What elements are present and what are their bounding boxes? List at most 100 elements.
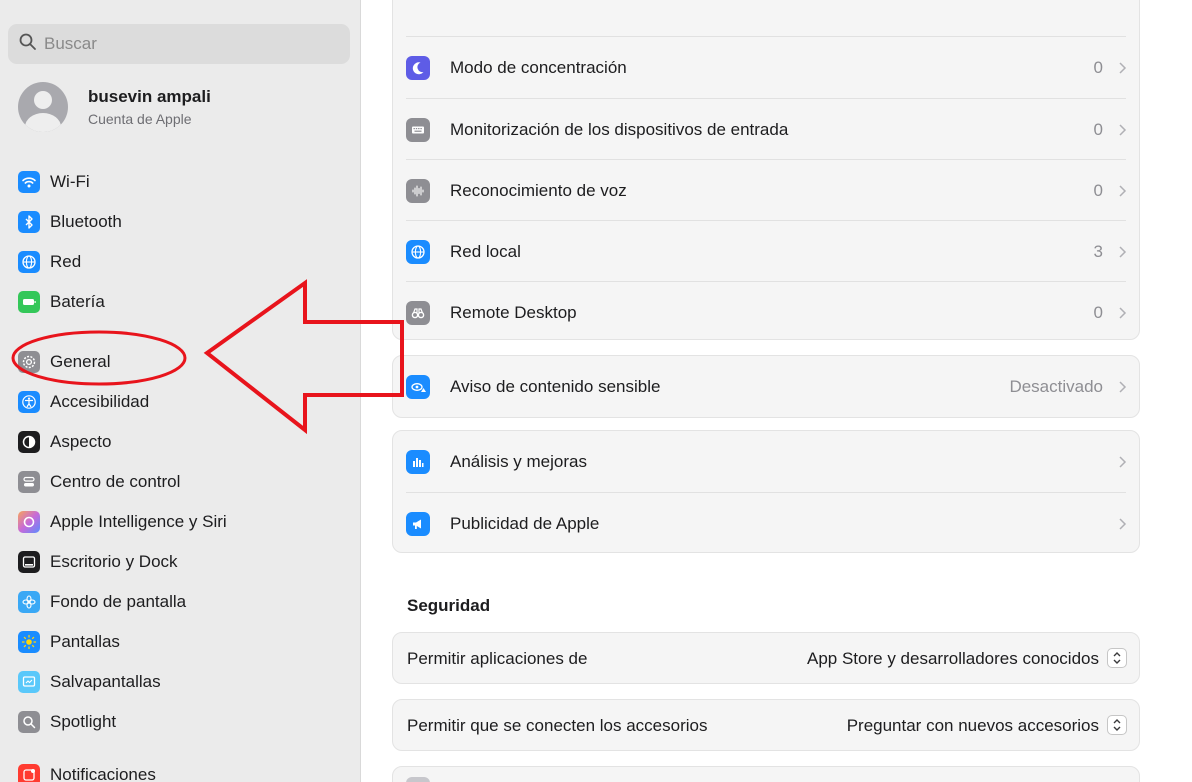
sidebar-item-fondo-pantalla[interactable]: Fondo de pantalla — [18, 587, 186, 617]
bluetooth-icon — [18, 211, 40, 233]
search-icon — [18, 32, 38, 57]
popup-stepper-icon[interactable] — [1107, 648, 1127, 668]
sidebar-item-notificaciones[interactable]: Notificaciones — [18, 760, 156, 782]
sidebar-item-label: Notificaciones — [50, 765, 156, 782]
sidebar-item-aspecto[interactable]: Aspecto — [18, 427, 111, 457]
row-modo-concentracion[interactable]: Modo de concentración 0 — [393, 37, 1141, 98]
gear-icon — [18, 351, 40, 373]
sun-icon — [18, 631, 40, 653]
sidebar-item-label: Apple Intelligence y Siri — [50, 512, 227, 531]
row-value: 0 — [1093, 302, 1103, 322]
sidebar-item-label: Salvapantallas — [50, 672, 161, 691]
row-publicidad-apple[interactable]: Publicidad de Apple — [393, 493, 1141, 554]
chevron-right-icon — [1119, 245, 1127, 258]
waveform-icon — [406, 178, 430, 203]
row-aviso-contenido-sensible[interactable]: Aviso de contenido sensible Desactivado — [393, 356, 1141, 417]
sidebar-item-label: Aspecto — [50, 432, 112, 451]
globe-icon — [18, 251, 40, 273]
sidebar-item-apple-intelligence[interactable]: Apple Intelligence y Siri — [18, 507, 227, 537]
row-value: 0 — [1093, 119, 1103, 139]
row-label: Monitorización de los dispositivos de en… — [450, 119, 789, 139]
analytics-group: Análisis y mejoras Publicidad de Apple — [392, 430, 1140, 553]
accessibility-icon — [18, 391, 40, 413]
row-permitir-accesorios[interactable]: Permitir que se conecten los accesorios … — [392, 699, 1140, 751]
sidebar-item-label: Centro de control — [50, 472, 181, 491]
sidebar-item-wifi[interactable]: Wi-Fi — [18, 167, 90, 197]
siri-icon — [18, 511, 40, 533]
next-group — [392, 766, 1140, 782]
popup-stepper-icon[interactable] — [1107, 715, 1127, 735]
section-title-seguridad: Seguridad — [407, 596, 491, 615]
popup-value[interactable]: App Store y desarrolladores conocidos — [807, 649, 1099, 669]
sidebar-item-bluetooth[interactable]: Bluetooth — [18, 207, 122, 237]
chevron-right-icon — [1119, 61, 1127, 74]
binoculars-icon — [406, 300, 430, 325]
privacy-group: Modo de concentración 0 Monitorización d… — [392, 0, 1140, 340]
chevron-right-icon — [1119, 380, 1127, 393]
row-value: Desactivado — [1009, 376, 1103, 396]
megaphone-icon — [406, 511, 430, 536]
row-label: Permitir aplicaciones de — [407, 649, 588, 668]
wallpaper-icon — [18, 591, 40, 613]
row-label: Análisis y mejoras — [450, 451, 587, 471]
sidebar-item-centro-de-control[interactable]: Centro de control — [18, 467, 180, 497]
search-field[interactable] — [8, 24, 350, 64]
chevron-right-icon — [1119, 184, 1127, 197]
row-remote-desktop[interactable]: Remote Desktop 0 — [393, 282, 1141, 343]
sensitive-content-group: Aviso de contenido sensible Desactivado — [392, 355, 1140, 418]
search-input[interactable] — [44, 34, 324, 54]
row-value: 0 — [1093, 57, 1103, 77]
battery-icon — [18, 291, 40, 313]
avatar — [18, 82, 68, 132]
sidebar-item-label: Spotlight — [50, 712, 117, 731]
globe-icon — [406, 239, 430, 264]
sidebar-item-general[interactable]: General — [18, 347, 110, 377]
notifications-icon — [18, 764, 40, 782]
row-reconocimiento-voz[interactable]: Reconocimiento de voz 0 — [393, 160, 1141, 221]
row-red-local[interactable]: Red local 3 — [393, 221, 1141, 282]
row-label: Reconocimiento de voz — [450, 180, 627, 200]
sidebar-item-label: Red — [50, 252, 82, 271]
sidebar-item-pantallas[interactable]: Pantallas — [18, 627, 120, 657]
row-analisis-mejoras[interactable]: Análisis y mejoras — [393, 431, 1141, 492]
account-subtitle: Cuenta de Apple — [88, 111, 192, 127]
chevron-right-icon — [1119, 455, 1127, 468]
wifi-icon — [18, 171, 40, 193]
row-value: 0 — [1093, 180, 1103, 200]
sidebar-item-label: Batería — [50, 292, 105, 311]
account-name: busevin ampali — [88, 87, 211, 106]
chart-icon — [406, 449, 430, 474]
sidebar-item-spotlight[interactable]: Spotlight — [18, 707, 116, 737]
row-value: 3 — [1093, 241, 1103, 261]
screensaver-icon — [18, 671, 40, 693]
sidebar: busevin ampali Cuenta de Apple Wi-Fi Blu… — [0, 0, 361, 782]
moon-icon — [406, 55, 430, 80]
row-monitorizacion[interactable]: Monitorización de los dispositivos de en… — [393, 99, 1141, 160]
sidebar-item-label: Accesibilidad — [50, 392, 150, 411]
main-content: Modo de concentración 0 Monitorización d… — [362, 0, 1192, 782]
sidebar-item-label: Pantallas — [50, 632, 120, 651]
popup-value[interactable]: Preguntar con nuevos accesorios — [847, 716, 1099, 736]
sidebar-item-label: General — [50, 352, 111, 371]
partial-icon — [406, 777, 430, 782]
chevron-right-icon — [1119, 306, 1127, 319]
account-row[interactable]: busevin ampali Cuenta de Apple — [18, 82, 211, 132]
row-label: Modo de concentración — [450, 57, 627, 77]
row-permitir-aplicaciones[interactable]: Permitir aplicaciones de App Store y des… — [392, 632, 1140, 684]
dock-icon — [18, 551, 40, 573]
sidebar-item-escritorio-dock[interactable]: Escritorio y Dock — [18, 547, 178, 577]
row-label: Remote Desktop — [450, 302, 577, 322]
eye-warning-icon — [406, 374, 430, 399]
row-label: Red local — [450, 241, 521, 261]
sidebar-item-label: Wi-Fi — [50, 172, 90, 191]
search-icon — [18, 711, 40, 733]
sidebar-item-salvapantallas[interactable]: Salvapantallas — [18, 667, 161, 697]
appearance-icon — [18, 431, 40, 453]
sidebar-item-label: Fondo de pantalla — [50, 592, 187, 611]
sidebar-item-red[interactable]: Red — [18, 247, 81, 277]
row-label: Aviso de contenido sensible — [450, 376, 661, 396]
sidebar-item-accesibilidad[interactable]: Accesibilidad — [18, 387, 149, 417]
keyboard-icon — [406, 117, 430, 142]
sidebar-item-bateria[interactable]: Batería — [18, 287, 105, 317]
control-center-icon — [18, 471, 40, 493]
